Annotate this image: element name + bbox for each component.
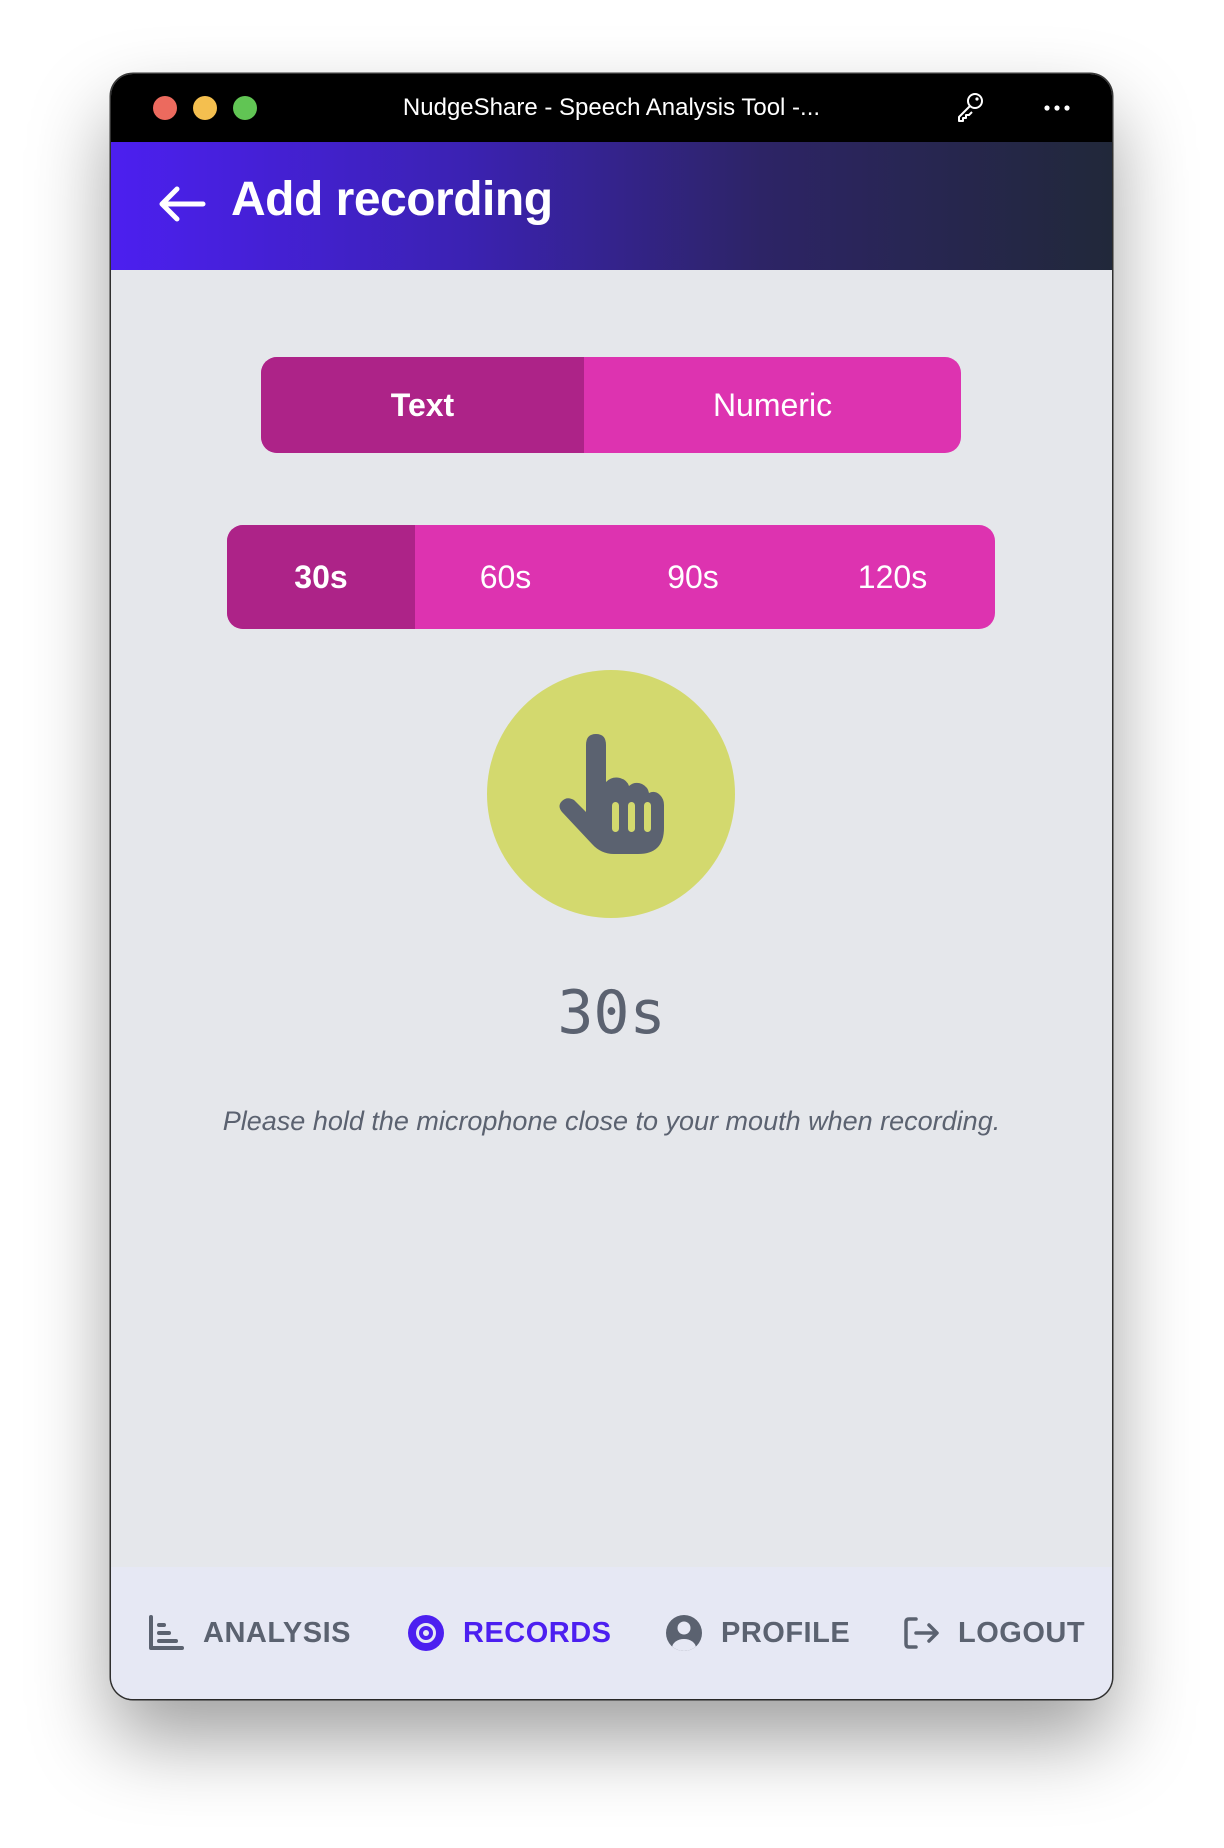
maximize-window-button[interactable] bbox=[233, 96, 257, 120]
nav-item-label: ANALYSIS bbox=[203, 1616, 351, 1649]
more-options-icon[interactable] bbox=[1039, 90, 1075, 126]
page-title: Add recording bbox=[231, 173, 553, 226]
duration-option-60s[interactable]: 60s bbox=[415, 525, 596, 629]
page-header: Add recording bbox=[111, 142, 1112, 270]
user-circle-icon bbox=[666, 1615, 702, 1651]
timer-display: 30s bbox=[557, 978, 666, 1048]
duration-option-120s[interactable]: 120s bbox=[790, 525, 995, 629]
mode-option-text[interactable]: Text bbox=[261, 357, 584, 453]
hand-pointer-icon bbox=[559, 734, 664, 854]
record-button[interactable] bbox=[487, 670, 735, 918]
title-bar: NudgeShare - Speech Analysis Tool -... bbox=[111, 74, 1112, 142]
nav-item-label: LOGOUT bbox=[958, 1616, 1086, 1649]
chart-icon bbox=[149, 1615, 184, 1650]
nav-item-records[interactable]: RECORDS bbox=[407, 1567, 612, 1699]
key-icon[interactable] bbox=[951, 90, 987, 126]
duration-option-90s[interactable]: 90s bbox=[596, 525, 790, 629]
nav-item-logout[interactable]: LOGOUT bbox=[902, 1567, 1085, 1699]
close-window-button[interactable] bbox=[153, 96, 177, 120]
app-window: NudgeShare - Speech Analysis Tool -... A… bbox=[111, 74, 1112, 1699]
arrow-left-icon[interactable] bbox=[157, 184, 207, 224]
duration-option-30s[interactable]: 30s bbox=[227, 525, 415, 629]
window-title: NudgeShare - Speech Analysis Tool -... bbox=[402, 94, 821, 121]
bottom-nav: ANALYSIS RECORDS PROFILE LOGOUT bbox=[111, 1567, 1112, 1699]
mode-option-numeric[interactable]: Numeric bbox=[584, 357, 961, 453]
record-icon bbox=[408, 1615, 444, 1651]
nav-item-label: RECORDS bbox=[463, 1616, 612, 1649]
mode-selector: Text Numeric bbox=[261, 357, 961, 453]
nav-item-analysis[interactable]: ANALYSIS bbox=[147, 1567, 351, 1699]
nav-item-profile[interactable]: PROFILE bbox=[665, 1567, 850, 1699]
nav-item-label: PROFILE bbox=[721, 1616, 851, 1649]
logout-icon bbox=[904, 1617, 939, 1649]
minimize-window-button[interactable] bbox=[193, 96, 217, 120]
recording-hint: Please hold the microphone close to your… bbox=[222, 1106, 1001, 1136]
duration-selector: 30s 60s 90s 120s bbox=[227, 525, 995, 629]
